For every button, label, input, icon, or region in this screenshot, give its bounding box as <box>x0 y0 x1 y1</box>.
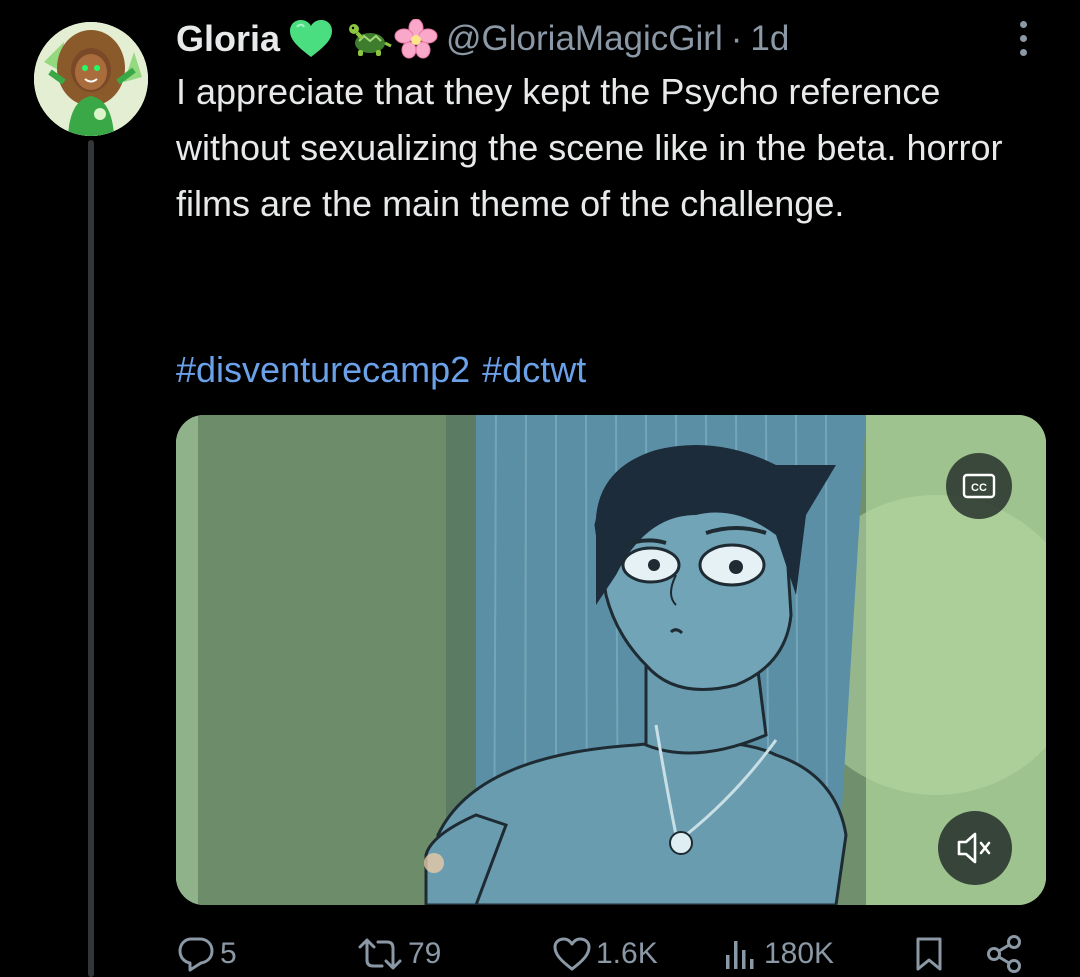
retweet-icon <box>358 938 402 969</box>
avatar-image <box>34 22 148 136</box>
views-chart-icon <box>726 940 754 969</box>
thread-line <box>88 140 94 977</box>
action-bar: 5 79 1.6K 180K <box>0 930 1080 977</box>
author-handle[interactable]: @GloriaMagicGirl <box>446 19 723 59</box>
tweet-timestamp[interactable]: 1d <box>750 19 789 59</box>
hashtag-link[interactable]: #disventurecamp2 <box>176 349 470 390</box>
hashtags: #disventurecamp2 #dctwt <box>176 342 598 398</box>
heart-icon <box>553 937 591 970</box>
video-frame <box>176 415 1046 905</box>
separator-dot: · <box>730 19 743 58</box>
tweet-header: Gloria @GloriaMagicGirl · 1d <box>176 14 1056 64</box>
bookmark-button[interactable] <box>912 930 946 977</box>
display-name[interactable]: Gloria <box>176 18 280 60</box>
tweet[interactable]: Gloria @GloriaMagicGirl · 1d I appreciat… <box>0 0 1080 977</box>
reply-icon <box>178 937 214 971</box>
closed-captions-icon: CC <box>962 473 996 499</box>
share-icon <box>987 934 1021 973</box>
like-count: 1.6K <box>596 936 658 970</box>
like-button[interactable]: 1.6K <box>552 930 658 977</box>
views-button[interactable]: 180K <box>722 930 834 977</box>
tweet-text: I appreciate that they kept the Psycho r… <box>176 71 1003 224</box>
retweet-count: 79 <box>408 936 442 970</box>
video-player[interactable]: CC <box>176 415 1046 905</box>
reply-count: 5 <box>220 936 237 970</box>
hashtag-link[interactable]: #dctwt <box>482 349 586 390</box>
avatar[interactable] <box>34 22 148 136</box>
turtle-icon <box>348 19 394 59</box>
bookmark-icon <box>916 937 942 970</box>
volume-muted-icon <box>957 832 991 864</box>
cherry-blossom-icon <box>394 19 438 59</box>
reply-button[interactable]: 5 <box>176 930 237 977</box>
closed-captions-button[interactable]: CC <box>946 453 1012 519</box>
more-options-icon[interactable] <box>1008 18 1038 58</box>
retweet-button[interactable]: 79 <box>356 930 441 977</box>
mute-button[interactable] <box>938 811 1012 885</box>
share-button[interactable] <box>984 930 1024 977</box>
views-count: 180K <box>764 936 835 970</box>
green-heart-icon <box>288 19 334 59</box>
cc-label: CC <box>971 482 987 494</box>
